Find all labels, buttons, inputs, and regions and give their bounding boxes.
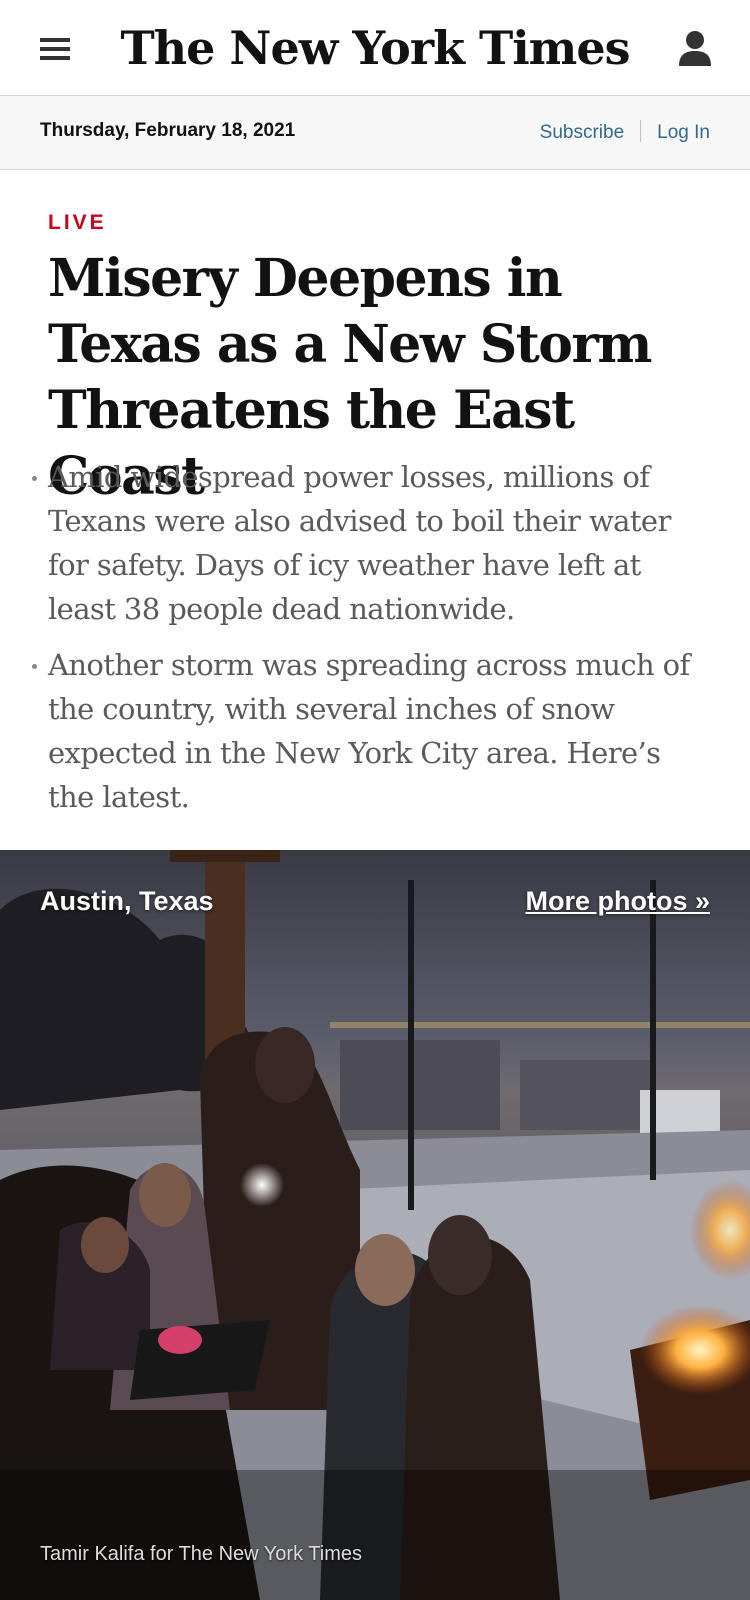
summary-list: Amid widespread power losses, millions o… [32,455,708,831]
top-header: The New York Times [0,0,750,96]
photo-location-label: Austin, Texas [40,886,214,916]
subscribe-link[interactable]: Subscribe [540,122,625,143]
lead-photo[interactable] [0,850,750,1600]
account-links: Subscribe Log In [540,120,710,144]
live-kicker: LIVE [48,211,107,234]
date-bar: Thursday, February 18, 2021 Subscribe Log… [0,96,750,170]
summary-item: Amid widespread power losses, millions o… [32,455,708,631]
login-link[interactable]: Log In [657,122,710,143]
photo-scene [0,850,750,1600]
link-divider [640,120,642,142]
current-date: Thursday, February 18, 2021 [40,120,296,141]
user-account-icon[interactable] [678,30,712,68]
nyt-logo[interactable]: The New York Times [0,20,750,76]
photo-credit: Tamir Kalifa for The New York Times [40,1543,362,1565]
more-photos-link[interactable]: More photos » [525,886,710,917]
summary-item: Another storm was spreading across much … [32,643,708,819]
